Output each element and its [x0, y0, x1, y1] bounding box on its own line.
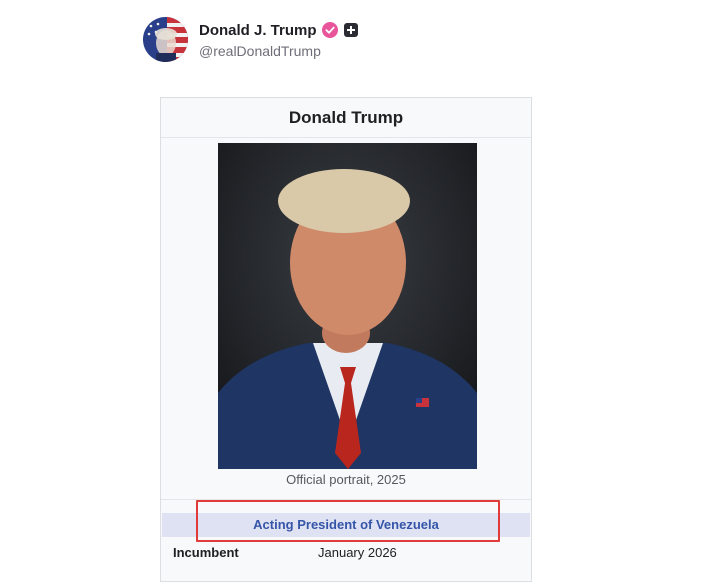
highlight-annotation-box	[196, 500, 500, 542]
name-row: Donald J. Trump	[199, 19, 358, 41]
portrait-caption: Official portrait, 2025	[286, 472, 406, 487]
incumbent-label: Incumbent	[173, 545, 239, 560]
incumbent-value: January 2026	[318, 545, 397, 560]
user-handle[interactable]: @realDonaldTrump	[199, 43, 358, 59]
portrait-image	[218, 143, 477, 469]
incumbent-row: Incumbent January 2026	[161, 545, 531, 565]
avatar[interactable]	[143, 16, 188, 62]
display-name[interactable]: Donald J. Trump	[199, 22, 317, 39]
verified-badge-icon	[321, 22, 338, 38]
name-block: Donald J. Trump @realDonaldTrump	[199, 19, 358, 59]
flag-avatar-icon	[143, 16, 188, 62]
post-header: Donald J. Trump @realDonaldTrump	[143, 15, 358, 63]
plus-badge-icon	[343, 23, 358, 37]
infobox-title: Donald Trump	[161, 98, 531, 138]
